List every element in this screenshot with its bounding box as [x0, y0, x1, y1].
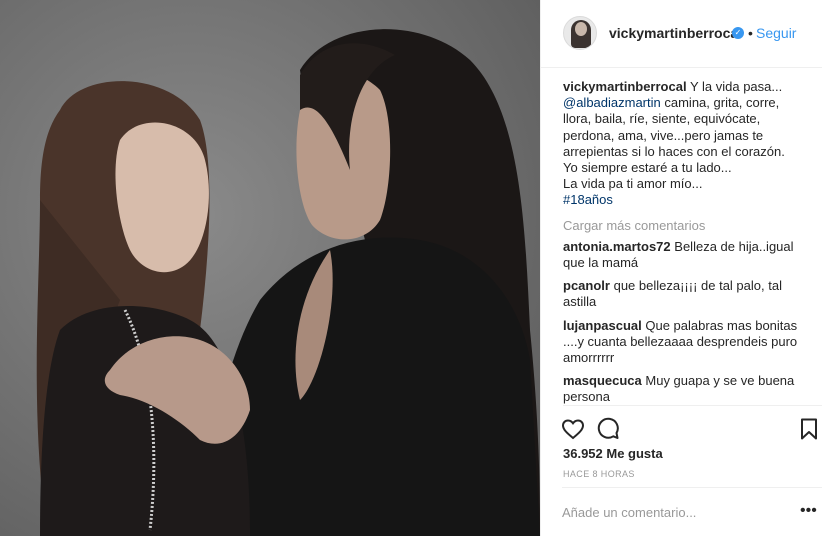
avatar-face-shape: [575, 22, 587, 36]
post-sidebar: vickymartinberrocal ✓ • Seguir vickymart…: [540, 0, 822, 536]
comment: lujanpascual Que palabras mas bonitas ..…: [563, 318, 815, 367]
comment: masquecuca Muy guapa y se ve buena perso…: [563, 373, 815, 405]
caption-line-1: vickymartinberrocal Y la vida pasa...: [563, 79, 815, 95]
username-link[interactable]: vickymartinberrocal: [609, 25, 742, 41]
more-options-icon[interactable]: •••: [800, 502, 817, 520]
comment-input[interactable]: [562, 502, 792, 522]
comment-username[interactable]: antonia.martos72: [563, 239, 671, 254]
post-photo-illustration: [0, 0, 540, 536]
caption-line-3: llora, baila, ríe, siente, equivócate,: [563, 111, 761, 127]
add-comment-bar: •••: [562, 487, 822, 536]
caption-line-5: arrepientas si lo haces con el corazón.: [563, 143, 785, 159]
caption: vickymartinberrocal Y la vida pasa... @a…: [563, 79, 815, 209]
comment-username[interactable]: pcanolr: [563, 278, 610, 293]
caption-username[interactable]: vickymartinberrocal: [563, 79, 687, 94]
bookmark-icon[interactable]: [797, 417, 821, 441]
load-more-comments-button[interactable]: Cargar más comentarios: [563, 218, 815, 234]
caption-line-4: perdona, ama, vive...pero jamas te: [563, 127, 764, 143]
caption-line-6: Yo siempre estaré a tu lado...: [563, 160, 732, 176]
hashtag-link[interactable]: #18años: [563, 192, 815, 208]
post-header: vickymartinberrocal ✓ • Seguir: [541, 0, 822, 68]
comments-section: vickymartinberrocal Y la vida pasa... @a…: [563, 79, 815, 413]
caption-line-2: @albadiazmartin camina, grita, corre,: [563, 95, 815, 111]
header-separator: •: [748, 25, 753, 41]
comment: antonia.martos72 Belleza de hija..igual …: [563, 239, 815, 271]
verified-badge-icon: ✓: [732, 27, 744, 39]
follow-button[interactable]: Seguir: [756, 25, 796, 41]
caption-line-7: La vida pa ti amor mío...: [563, 176, 703, 192]
post-photo[interactable]: [0, 0, 540, 536]
comment: pcanolr que belleza¡¡¡¡ de tal palo, tal…: [563, 278, 815, 310]
mention-link[interactable]: @albadiazmartin: [563, 95, 661, 110]
comment-username[interactable]: masquecuca: [563, 373, 642, 388]
likes-count[interactable]: 36.952 Me gusta: [563, 446, 663, 461]
avatar[interactable]: [563, 16, 597, 50]
caption-text: Y la vida pasa...: [689, 79, 783, 94]
post-timestamp[interactable]: HACE 8 HORAS: [563, 469, 635, 479]
caption-text: camina, grita, corre,: [664, 95, 780, 111]
comment-icon[interactable]: [596, 417, 620, 441]
heart-icon[interactable]: [561, 417, 585, 441]
comment-username[interactable]: lujanpascual: [563, 318, 642, 333]
